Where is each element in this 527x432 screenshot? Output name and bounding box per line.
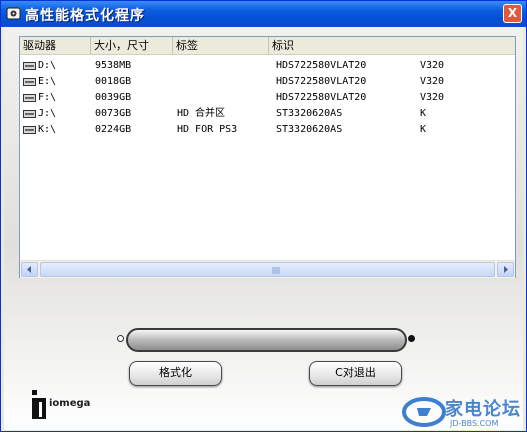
drive-size: 0018GB xyxy=(95,76,132,87)
exit-button[interactable]: C对退出 xyxy=(309,361,402,386)
format-button[interactable]: 格式化 xyxy=(129,361,222,386)
scroll-left-button[interactable] xyxy=(21,262,38,277)
drive-revision: V320 xyxy=(420,76,445,87)
progress-start-dot xyxy=(117,335,124,342)
hard-drive-icon xyxy=(23,126,36,134)
hard-drive-icon xyxy=(23,94,36,102)
scrollbar-thumb[interactable] xyxy=(40,262,495,277)
drive-model: ST3320620AS xyxy=(276,124,343,135)
drive-letter: K:\ xyxy=(38,124,57,135)
drive-letter: D:\ xyxy=(38,60,57,71)
drive-model: HDS722580VLAT20 xyxy=(276,76,367,87)
drive-letter: E:\ xyxy=(38,76,57,87)
list-row[interactable]: E:\ 0018GB HDS722580VLAT20 V320 xyxy=(20,74,515,90)
drive-letter: F:\ xyxy=(38,92,57,103)
app-window: 高性能格式化程序 X 驱动器 大小，尺寸 标签 标识 D:\ 9538MB HD… xyxy=(0,0,527,432)
scroll-right-button[interactable] xyxy=(497,262,514,277)
drive-model: HDS722580VLAT20 xyxy=(276,92,367,103)
drive-model: HDS722580VLAT20 xyxy=(276,60,367,71)
arrow-left-icon xyxy=(27,266,31,273)
drive-size: 0039GB xyxy=(95,92,132,103)
list-row[interactable]: K:\ 0224GB HD FOR PS3 ST3320620AS K xyxy=(20,122,515,138)
watermark-text: 家电论坛 xyxy=(445,399,521,420)
column-header-drive[interactable]: 驱动器 xyxy=(20,37,91,54)
drive-list[interactable]: 驱动器 大小，尺寸 标签 标识 D:\ 9538MB HDS722580VLAT… xyxy=(19,36,516,278)
grip-icon xyxy=(272,267,280,274)
horizontal-scrollbar[interactable] xyxy=(20,260,515,278)
logo-brand-text: iomega xyxy=(49,398,91,409)
drive-label: HD FOR PS3 xyxy=(177,124,238,135)
list-row[interactable]: D:\ 9538MB HDS722580VLAT20 V320 xyxy=(20,58,515,74)
forum-watermark-icon xyxy=(402,397,446,427)
client-area: 驱动器 大小，尺寸 标签 标识 D:\ 9538MB HDS722580VLAT… xyxy=(4,27,523,430)
hard-drive-icon xyxy=(23,110,36,118)
title-bar[interactable]: 高性能格式化程序 X xyxy=(1,1,526,27)
drive-size: 0073GB xyxy=(95,108,132,119)
drive-size: 0224GB xyxy=(95,124,132,135)
hard-drive-icon xyxy=(23,62,36,70)
drive-revision: K xyxy=(420,124,427,135)
list-header: 驱动器 大小，尺寸 标签 标识 xyxy=(20,37,515,55)
column-header-id[interactable]: 标识 xyxy=(269,37,515,54)
drive-revision: V320 xyxy=(420,60,445,71)
column-header-size[interactable]: 大小，尺寸 xyxy=(91,37,173,54)
drive-letter: J:\ xyxy=(38,108,57,119)
drive-revision: K xyxy=(420,108,427,119)
drive-model: ST3320620AS xyxy=(276,108,343,119)
list-row[interactable]: F:\ 0039GB HDS722580VLAT20 V320 xyxy=(20,90,515,106)
disk-app-icon xyxy=(6,7,21,20)
progress-end-dot xyxy=(408,335,415,342)
window-title: 高性能格式化程序 xyxy=(25,8,145,24)
drive-size: 9538MB xyxy=(95,60,132,71)
hard-drive-icon xyxy=(23,78,36,86)
list-row[interactable]: J:\ 0073GB HD 合并区 ST3320620AS K xyxy=(20,106,515,122)
close-button[interactable]: X xyxy=(503,4,522,23)
close-icon: X xyxy=(507,6,518,20)
watermark-subtext: JD-BBS.COM xyxy=(450,419,499,428)
progress-bar xyxy=(126,328,407,352)
arrow-right-icon xyxy=(504,266,508,273)
drive-label: HD 合并区 xyxy=(177,108,226,119)
column-header-label[interactable]: 标签 xyxy=(173,37,269,54)
drive-revision: V320 xyxy=(420,92,445,103)
